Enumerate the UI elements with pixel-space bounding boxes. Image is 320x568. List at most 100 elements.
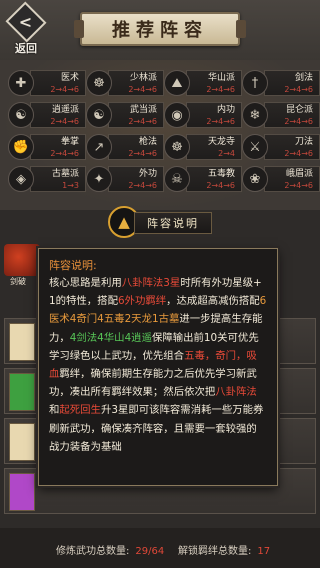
sidebar-tab-sword[interactable] [4,244,40,276]
school-name: 少林派 [129,73,157,83]
manual-icon [9,373,35,411]
school-progress: 2→4→6 [206,85,235,94]
popup-body: 核心思路是利用八卦阵法3星时所有外功星级+1的特性，搭配6外功羁绊，达成超高减伤… [49,274,267,456]
school-progress: 2→4→6 [50,117,79,126]
lineup-plate: 阵容说明 [134,212,212,234]
school-progress: 2→4→6 [284,181,313,190]
sword-icon: † [242,70,268,96]
school-progress: 2→4→6 [284,85,313,94]
school-plate: 少林派 2→4→6 [108,70,164,96]
school-plate: 武当派 2→4→6 [108,102,164,128]
school-progress: 2→4→6 [50,85,79,94]
body-text: ，达成超高减伤搭配 [166,295,260,308]
highlight-text: 6外功羁绊 [117,295,167,308]
title-plate: 推荐阵容 [74,12,246,46]
school-progress: 2→4→6 [128,85,157,94]
shaolin-icon: ☸ [86,70,112,96]
school-progress: 2→4→6 [128,181,157,190]
unlock-count: 解锁羁绊总数量: 17 [178,542,270,557]
wudang-icon: ☯ [86,102,112,128]
school-progress: 1→3 [62,181,79,190]
school-name: 枪法 [138,137,157,147]
school-name: 外功 [138,169,157,179]
school-progress: 2→4→6 [284,117,313,126]
school-name: 华山派 [207,73,235,83]
back-arrow-icon: < [5,1,47,43]
trained-value: 29/64 [135,546,165,557]
outer-power-icon: ✦ [86,166,112,192]
school-name: 剑法 [294,73,313,83]
body-text: 核心思路是利用 [49,277,122,289]
school-plate: 天龙寺 2→4 [186,134,242,160]
trained-count: 修炼武功总数量: 29/64 [56,542,164,557]
highlight-text: 起死回生 [59,404,101,417]
blade-icon: ⚔ [242,134,268,160]
lineup-header: ▲ 阵容说明 [108,206,218,238]
school-plate: 剑法 2→4→6 [264,70,320,96]
school-plate: 枪法 2→4→6 [108,134,164,160]
wudu-icon: ☠ [164,166,190,192]
school-item[interactable]: 峨眉派 2→4→6 ❀ [242,164,320,194]
school-item[interactable]: 昆仑派 2→4→6 ❄ [242,100,320,130]
fist-icon: ✊ [8,134,34,160]
school-progress: 2→4→6 [128,149,157,158]
inner-power-icon: ◉ [164,102,190,128]
school-name: 逍遥派 [51,105,79,115]
bottom-status-bar: 修炼武功总数量: 29/64 解锁羁绊总数量: 17 [0,528,320,568]
gumu-icon: ◈ [8,166,34,192]
highlight-text: 八卦阵法3星 [121,277,181,289]
huashan-icon: ⛰ [164,70,190,96]
school-progress: 2→4→6 [206,117,235,126]
school-name: 刀法 [294,137,313,147]
school-item[interactable]: 刀法 2→4→6 ⚔ [242,132,320,162]
back-button[interactable]: < 返回 [4,1,48,56]
medicine-icon: ✚ [8,70,34,96]
lineup-title: 阵容说明 [147,217,199,230]
school-plate: 外功 2→4→6 [108,166,164,192]
school-plate: 逍遥派 2→4→6 [30,102,86,128]
manual-icon [9,423,35,461]
xiaoyao-icon: ☯ [8,102,34,128]
school-plate: 华山派 2→4→6 [186,70,242,96]
popup-title: 阵容说明: [49,259,97,272]
school-progress: 2→4→6 [50,149,79,158]
school-name: 峨眉派 [285,169,313,179]
lineup-description-popup[interactable]: 阵容说明: 核心思路是利用八卦阵法3星时所有外功星级+1的特性，搭配6外功羁绊，… [38,248,278,486]
school-plate: 医术 2→4→6 [30,70,86,96]
school-plate: 古墓派 1→3 [30,166,86,192]
body-text: 和 [49,404,60,417]
page-title: 推荐阵容 [112,20,208,41]
top-bar: < 返回 推荐阵容 [0,0,320,60]
school-name: 古墓派 [51,169,79,179]
school-progress: 2→4→6 [206,181,235,190]
tianlong-icon: ☸ [164,134,190,160]
school-item[interactable]: 剑法 2→4→6 † [242,68,320,98]
school-name: 五毒教 [207,169,235,179]
school-plate: 五毒教 2→4→6 [186,166,242,192]
sidebar-tab-label: 剑破 [10,277,26,286]
school-name: 内功 [216,105,235,115]
school-plate: 刀法 2→4→6 [264,134,320,160]
unlock-value: 17 [257,546,271,557]
school-progress: 2→4 [218,149,235,158]
school-grid: 医术 2→4→6 ✚ 少林派 2→4→6 ☸ 华山派 2→4→6 ⛰ 剑法 2→4→6 † 逍遥派 2→4… [0,60,320,210]
school-plate: 内功 2→4→6 [186,102,242,128]
school-progress: 2→4→6 [128,117,157,126]
school-name: 武当派 [129,105,157,115]
school-name: 天龙寺 [207,137,235,147]
manual-icon [9,473,35,511]
school-name: 拳掌 [60,137,79,147]
unlock-label: 解锁羁绊总数量: [178,546,252,557]
school-plate: 昆仑派 2→4→6 [264,102,320,128]
school-progress: 2→4→6 [284,149,313,158]
manual-icon [9,323,35,361]
kunlun-icon: ❄ [242,102,268,128]
highlight-text: 八卦阵法 [215,386,257,399]
school-name: 昆仑派 [285,105,313,115]
emei-icon: ❀ [242,166,268,192]
highlight-text: 4剑法4华山4逍遥 [69,331,152,344]
school-name: 医术 [60,73,79,83]
trained-label: 修炼武功总数量: [56,546,130,557]
school-plate: 拳掌 2→4→6 [30,134,86,160]
spear-icon: ↗ [86,134,112,160]
